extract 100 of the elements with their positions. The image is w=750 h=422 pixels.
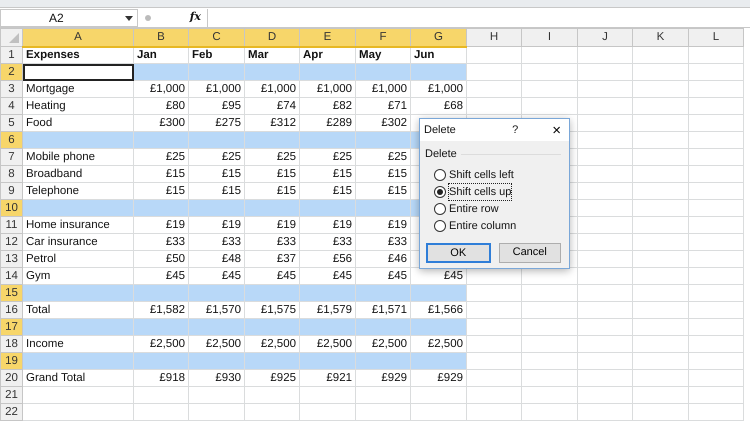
table-cell: £56	[300, 250, 356, 268]
row-header[interactable]: 1	[0, 46, 22, 64]
row-header[interactable]: 21	[0, 386, 22, 404]
column-header[interactable]: J	[578, 28, 632, 46]
row-header[interactable]: 12	[0, 234, 22, 250]
table-cell: £33	[244, 234, 300, 250]
row-header[interactable]: 17	[0, 318, 22, 336]
dropdown-icon[interactable]	[125, 16, 133, 20]
row-header[interactable]: 15	[0, 284, 22, 302]
radio-label[interactable]: Shift cells left	[449, 166, 514, 184]
row-header[interactable]: 2	[0, 64, 22, 80]
close-button[interactable]: ×	[544, 122, 569, 138]
table-cell: £82	[300, 98, 356, 114]
table-cell: £929	[410, 370, 466, 386]
table-cell: Broadband	[22, 166, 134, 182]
row-header[interactable]: 22	[0, 404, 22, 420]
radio-button[interactable]	[434, 169, 446, 181]
table-cell: £46	[356, 250, 410, 268]
row-header[interactable]: 18	[0, 336, 22, 352]
table-cell: £50	[134, 250, 188, 268]
row-header[interactable]: 8	[0, 166, 22, 182]
table-cell: £25	[188, 148, 244, 166]
column-header[interactable]: C	[188, 28, 244, 46]
table-cell: £80	[134, 98, 188, 114]
help-button[interactable]: ?	[512, 122, 518, 138]
radio-label[interactable]: Shift cells up	[449, 184, 512, 200]
row-header[interactable]: 16	[0, 302, 22, 318]
radio-label[interactable]: Entire row	[449, 200, 499, 218]
table-cell: £1,000	[188, 80, 244, 98]
table-cell: £74	[244, 98, 300, 114]
handle-icon	[144, 14, 152, 22]
table-cell: £68	[410, 98, 466, 114]
name-box[interactable]: A2	[0, 8, 138, 26]
column-header[interactable]: A	[22, 28, 134, 46]
column-header[interactable]: E	[300, 28, 356, 46]
table-cell: Car insurance	[22, 234, 134, 250]
table-cell: £1,000	[356, 80, 410, 98]
table-cell: £921	[300, 370, 356, 386]
table-cell: £25	[300, 148, 356, 166]
table-cell: £25	[244, 148, 300, 166]
table-cell: £33	[356, 234, 410, 250]
table-cell: £1,000	[244, 80, 300, 98]
table-cell: £25	[356, 148, 410, 166]
table-cell: £19	[300, 216, 356, 234]
table-cell: £15	[134, 166, 188, 182]
table-cell: £25	[134, 148, 188, 166]
active-cell[interactable]	[22, 64, 134, 80]
table-cell: £48	[188, 250, 244, 268]
table-cell: £925	[244, 370, 300, 386]
table-cell: Petrol	[22, 250, 134, 268]
group-label: Delete	[425, 147, 457, 162]
row-header[interactable]: 19	[0, 352, 22, 370]
row-header[interactable]: 10	[0, 200, 22, 216]
column-header[interactable]: B	[134, 28, 188, 46]
table-cell: £930	[188, 370, 244, 386]
table-cell: £19	[356, 216, 410, 234]
row-header[interactable]: 11	[0, 216, 22, 234]
table-cell: £1,000	[134, 80, 188, 98]
column-header[interactable]: I	[522, 28, 578, 46]
column-header[interactable]: H	[466, 28, 522, 46]
table-cell: £918	[134, 370, 188, 386]
table-cell: £19	[188, 216, 244, 234]
radio-label[interactable]: Entire column	[449, 218, 516, 234]
table-cell: £95	[188, 98, 244, 114]
table-cell: Mortgage	[22, 80, 134, 98]
radio-button[interactable]	[434, 186, 446, 198]
cancel-button[interactable]: Cancel	[498, 242, 561, 262]
corner-triangle-icon	[9, 32, 19, 42]
table-cell: Grand Total	[22, 370, 134, 386]
table-cell: £15	[356, 166, 410, 182]
insert-function-button[interactable]: fx	[190, 9, 201, 26]
row-header[interactable]: 13	[0, 250, 22, 268]
row-header[interactable]: 9	[0, 182, 22, 200]
ok-button[interactable]: OK	[426, 242, 490, 262]
table-cell: £71	[356, 98, 410, 114]
row-header[interactable]: 7	[0, 148, 22, 166]
table-cell: £15	[188, 166, 244, 182]
radio-button[interactable]	[434, 203, 446, 215]
column-header[interactable]: D	[244, 28, 300, 46]
row-header[interactable]: 5	[0, 114, 22, 132]
column-header[interactable]: K	[632, 28, 688, 46]
column-header[interactable]: G	[410, 28, 466, 46]
table-cell: £1,000	[410, 80, 466, 98]
table-cell: Heating	[22, 98, 134, 114]
table-cell: £33	[188, 234, 244, 250]
table-cell: £15	[244, 166, 300, 182]
row-header[interactable]: 4	[0, 98, 22, 114]
table-cell: £19	[244, 216, 300, 234]
table-cell: £929	[356, 370, 410, 386]
radio-button[interactable]	[434, 220, 446, 232]
table-cell: £15	[300, 166, 356, 182]
table-cell: Home insurance	[22, 216, 134, 234]
row-header[interactable]: 14	[0, 268, 22, 284]
column-header[interactable]: F	[356, 28, 410, 46]
row-header[interactable]: 20	[0, 370, 22, 386]
column-header[interactable]: L	[688, 28, 744, 46]
table-cell: £33	[134, 234, 188, 250]
table-cell: Mobile phone	[22, 148, 134, 166]
row-header[interactable]: 3	[0, 80, 22, 98]
row-header[interactable]: 6	[0, 132, 22, 148]
